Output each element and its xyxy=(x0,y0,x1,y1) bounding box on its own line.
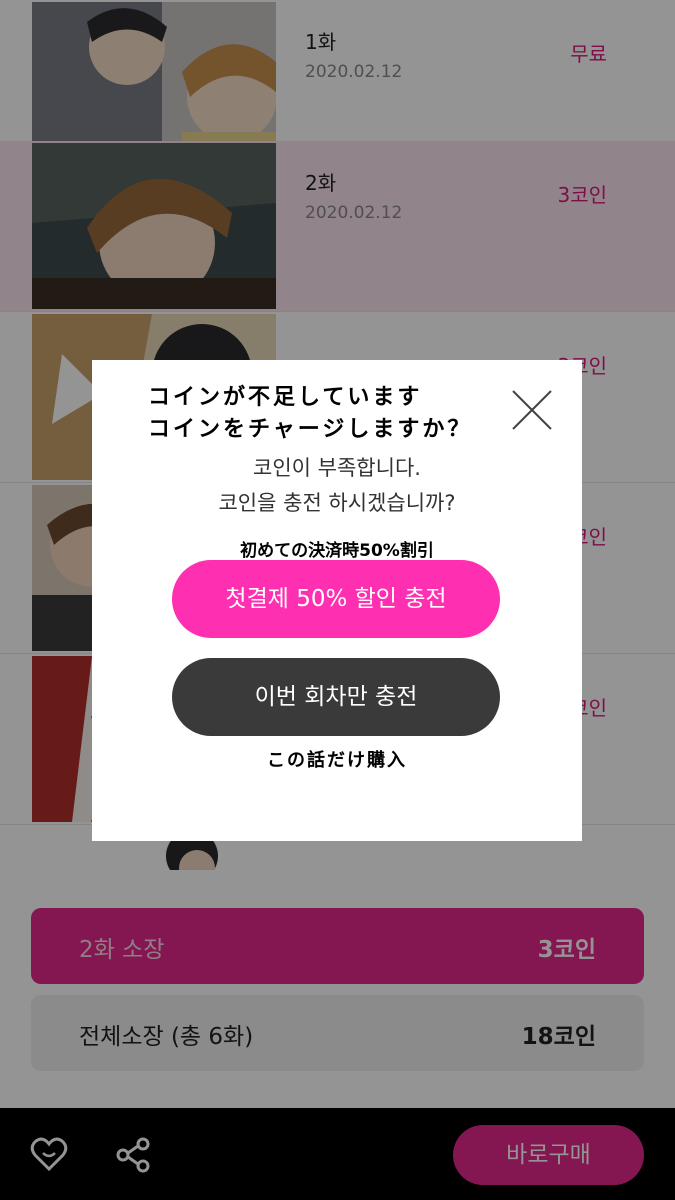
close-icon[interactable] xyxy=(510,388,554,432)
dialog-jp-title: コインが不足しています コインをチャージしますか？ xyxy=(148,382,472,446)
dialog-jp-single: この話だけ購入 xyxy=(267,750,407,771)
dialog-jp-title-line2: コインをチャージしますか？ xyxy=(148,417,473,442)
dialog-jp-title-line1: コインが不足しています xyxy=(148,385,423,410)
discount-charge-button[interactable]: 첫결제 50% 할인 충전 xyxy=(172,560,500,638)
dialog-message-line2: 코인을 충전 하시겠습니까? xyxy=(218,491,456,515)
dialog-jp-discount: 初めての決済時50%割引 xyxy=(240,541,434,561)
dialog-message-line1: 코인이 부족합니다. xyxy=(253,456,421,480)
insufficient-coins-dialog: コインが不足しています コインをチャージしますか？ 코인이 부족합니다. 코인을… xyxy=(92,360,582,841)
single-charge-button[interactable]: 이번 회차만 충전 xyxy=(172,658,500,736)
